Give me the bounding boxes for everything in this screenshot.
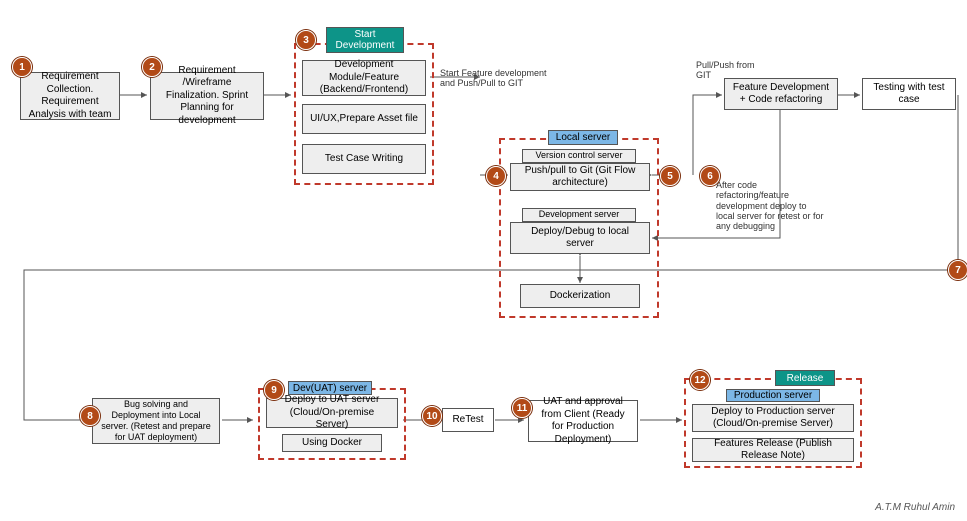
step-8: 8 (80, 406, 100, 426)
credit: A.T.M Ruhul Amin (875, 502, 955, 513)
banner-prod-server: Production server (726, 389, 820, 402)
box-dev-module: Development Module/Feature (Backend/Fron… (302, 60, 426, 96)
box-bug-solving: Bug solving and Deployment into Local se… (92, 398, 220, 444)
lbl-pull-push: Pull/Push from GIT (696, 60, 756, 81)
box-docker: Dockerization (520, 284, 640, 308)
box-deploy-uat: Deploy to UAT server (Cloud/On-premise S… (266, 398, 398, 428)
lbl-after-refactor: After code refactoring/feature developme… (716, 180, 826, 232)
box-uat-approval: UAT and approval from Client (Ready for … (528, 400, 638, 442)
box-deploy-local: Deploy/Debug to local server (510, 222, 650, 254)
box-vcs-hdr: Version control server (522, 149, 636, 163)
box-wireframe: Requirement /Wireframe Finalization. Spr… (150, 72, 264, 120)
step-9: 9 (264, 380, 284, 400)
box-git: Push/pull to Git (Git Flow architecture) (510, 163, 650, 191)
step-4: 4 (486, 166, 506, 186)
box-testing: Testing with test case (862, 78, 956, 110)
banner-local-server: Local server (548, 130, 618, 145)
box-uiux: UI/UX,Prepare Asset file (302, 104, 426, 134)
box-req-collection: Requirement Collection. Requirement Anal… (20, 72, 120, 120)
box-feature-dev: Feature Development + Code refactoring (724, 78, 838, 110)
box-dev-hdr: Development server (522, 208, 636, 222)
step-12: 12 (690, 370, 710, 390)
box-features-release: Features Release (Publish Release Note) (692, 438, 854, 462)
step-10: 10 (422, 406, 442, 426)
box-using-docker: Using Docker (282, 434, 382, 452)
step-7: 7 (948, 260, 967, 280)
step-6: 6 (700, 166, 720, 186)
banner-dev-uat: Dev(UAT) server (288, 381, 372, 395)
step-11: 11 (512, 398, 532, 418)
step-3: 3 (296, 30, 316, 50)
banner-start-dev: Start Development (326, 27, 404, 53)
lbl-start-feature: Start Feature development and Push/Pull … (440, 68, 560, 89)
step-2: 2 (142, 57, 162, 77)
box-testcase: Test Case Writing (302, 144, 426, 174)
step-5: 5 (660, 166, 680, 186)
step-1: 1 (12, 57, 32, 77)
banner-release: Release (775, 370, 835, 386)
box-deploy-prod: Deploy to Production server (Cloud/On-pr… (692, 404, 854, 432)
box-retest: ReTest (442, 408, 494, 432)
